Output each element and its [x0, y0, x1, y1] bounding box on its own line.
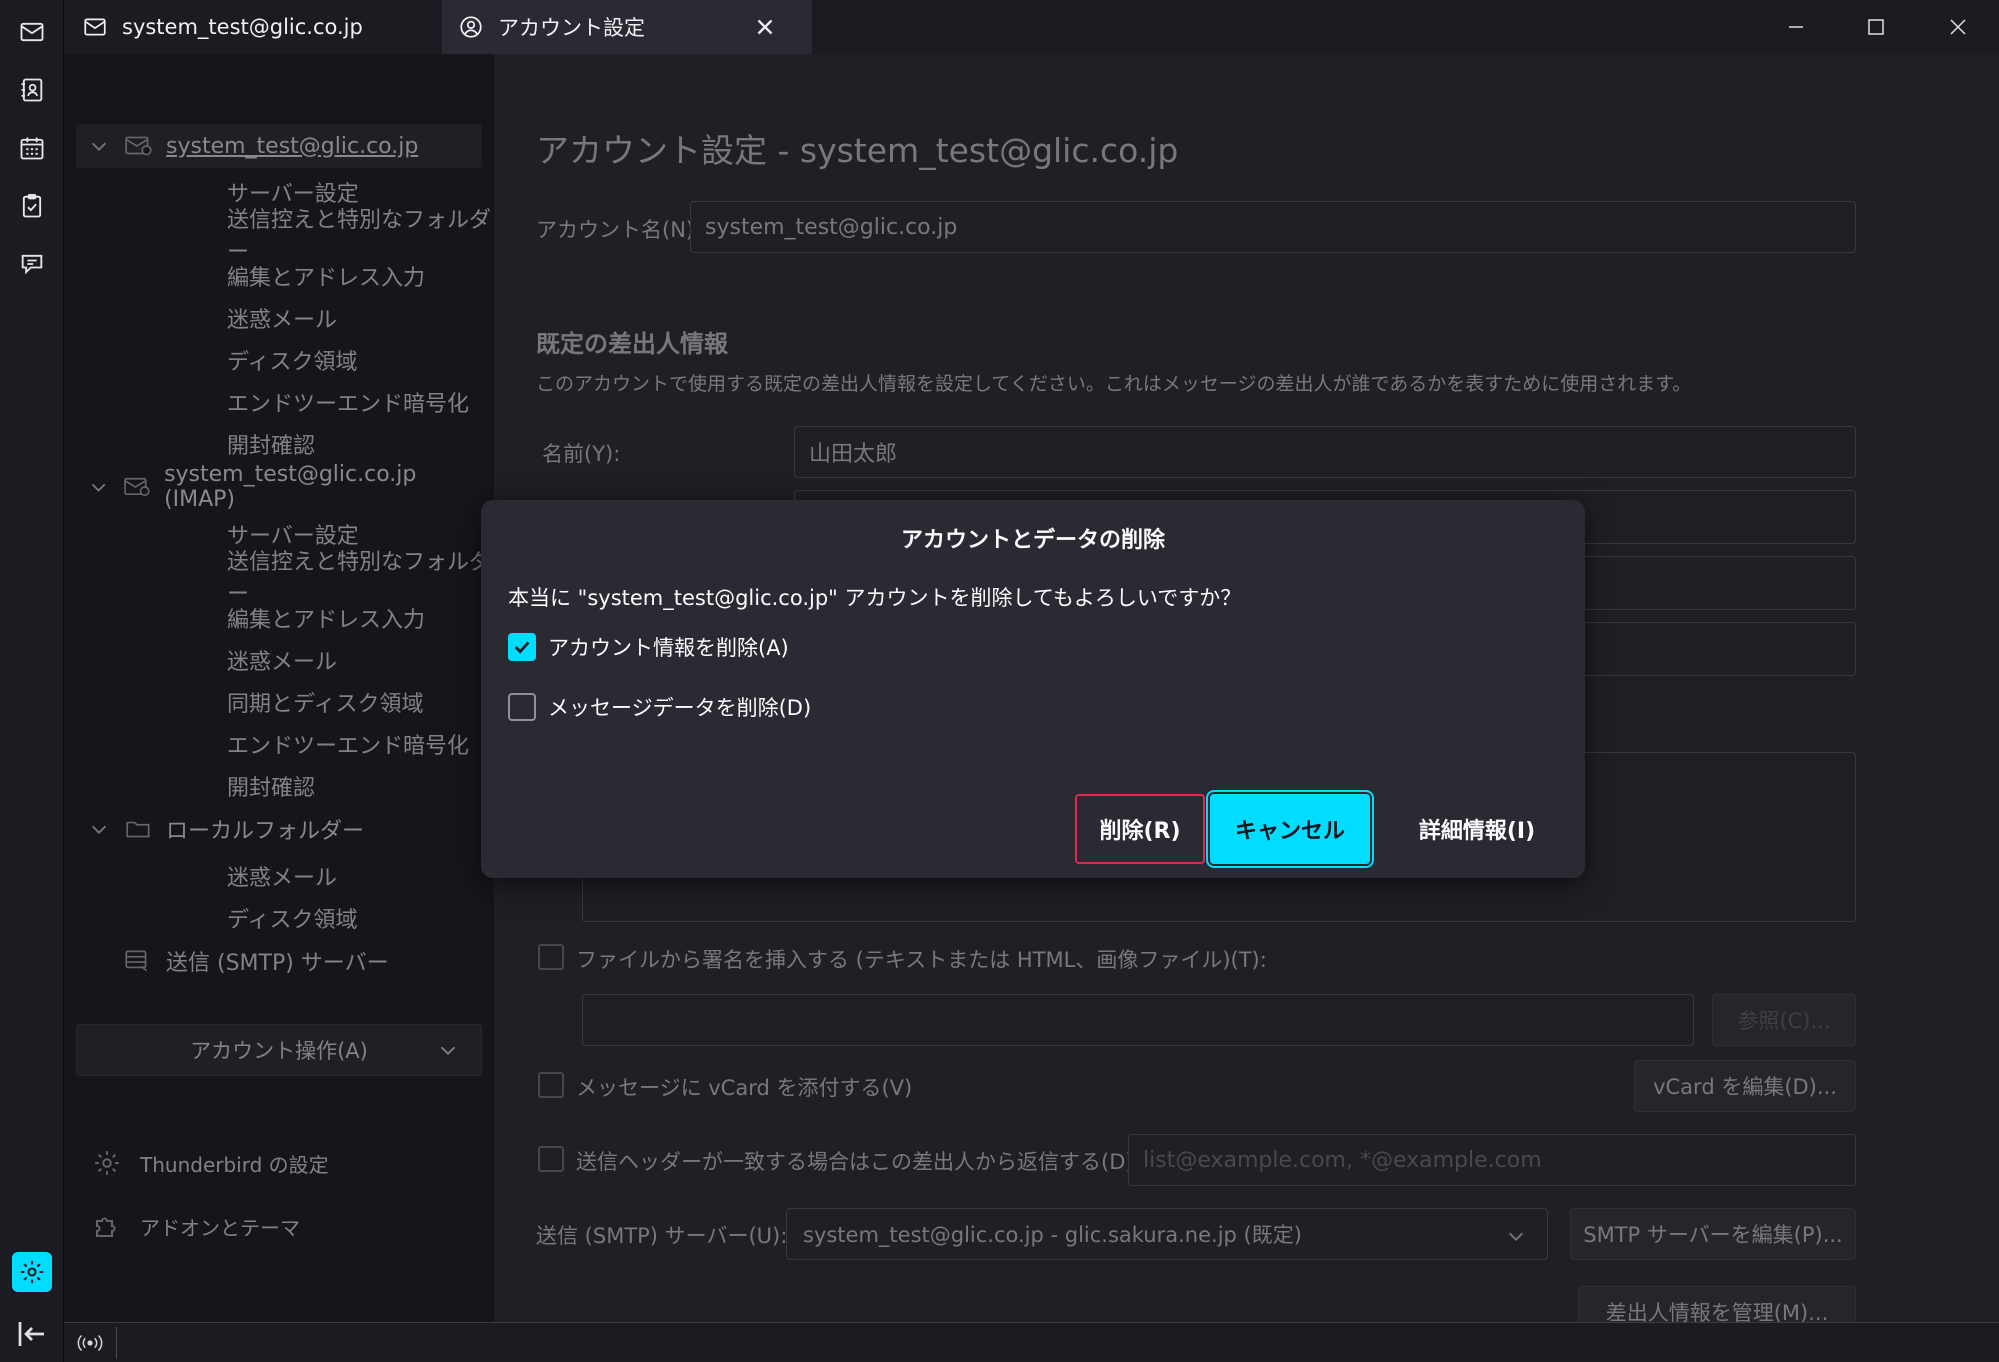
chat-icon[interactable]: [12, 244, 52, 284]
maximize-icon: [1868, 19, 1884, 35]
minimize-icon: [1789, 26, 1803, 28]
mail-space-icon[interactable]: [12, 12, 52, 52]
delete-account-info-option[interactable]: アカウント情報を削除(A): [508, 630, 789, 664]
tab-account-settings[interactable]: アカウント設定: [442, 0, 812, 54]
dialog-title: アカウントとデータの削除: [900, 528, 1165, 553]
close-tab-icon[interactable]: [752, 14, 778, 40]
collapse-sidebar-icon[interactable]: [14, 1316, 50, 1352]
tasks-icon[interactable]: [12, 186, 52, 226]
account-icon: [460, 16, 482, 38]
delete-message-data-option[interactable]: メッセージデータを削除(D): [508, 690, 811, 724]
spaces-toolbar: [0, 0, 64, 1362]
delete-message-data-checkbox[interactable]: [508, 693, 536, 721]
tab-bar: system_test@glic.co.jp アカウント設定: [64, 0, 1999, 54]
tab-label: アカウント設定: [498, 16, 645, 40]
tab-mail[interactable]: system_test@glic.co.jp: [82, 0, 442, 54]
close-window-button[interactable]: [1918, 0, 1998, 54]
online-status-icon[interactable]: [72, 1329, 108, 1357]
delete-button[interactable]: 削除(R): [1075, 794, 1205, 864]
status-bar: [64, 1322, 1999, 1362]
settings-space-icon[interactable]: [12, 1252, 52, 1292]
dialog-message: 本当に "system_test@glic.co.jp" アカウントを削除しても…: [508, 586, 1242, 610]
minimize-button[interactable]: [1756, 0, 1836, 54]
delete-message-data-label: メッセージデータを削除(D): [548, 696, 812, 720]
maximize-button[interactable]: [1836, 0, 1916, 54]
checkmark-icon: [514, 641, 530, 654]
status-divider: [116, 1327, 117, 1359]
details-button[interactable]: 詳細情報(I): [1387, 794, 1567, 864]
tab-label: system_test@glic.co.jp: [122, 15, 363, 39]
delete-account-dialog: アカウントとデータの削除 本当に "system_test@glic.co.jp…: [481, 500, 1585, 878]
calendar-icon[interactable]: [12, 128, 52, 168]
mail-icon: [84, 18, 106, 36]
delete-account-info-label: アカウント情報を削除(A): [548, 636, 789, 660]
cancel-button[interactable]: キャンセル: [1210, 794, 1370, 864]
address-book-icon[interactable]: [12, 70, 52, 110]
close-icon: [1950, 19, 1966, 35]
delete-account-info-checkbox[interactable]: [508, 633, 536, 661]
